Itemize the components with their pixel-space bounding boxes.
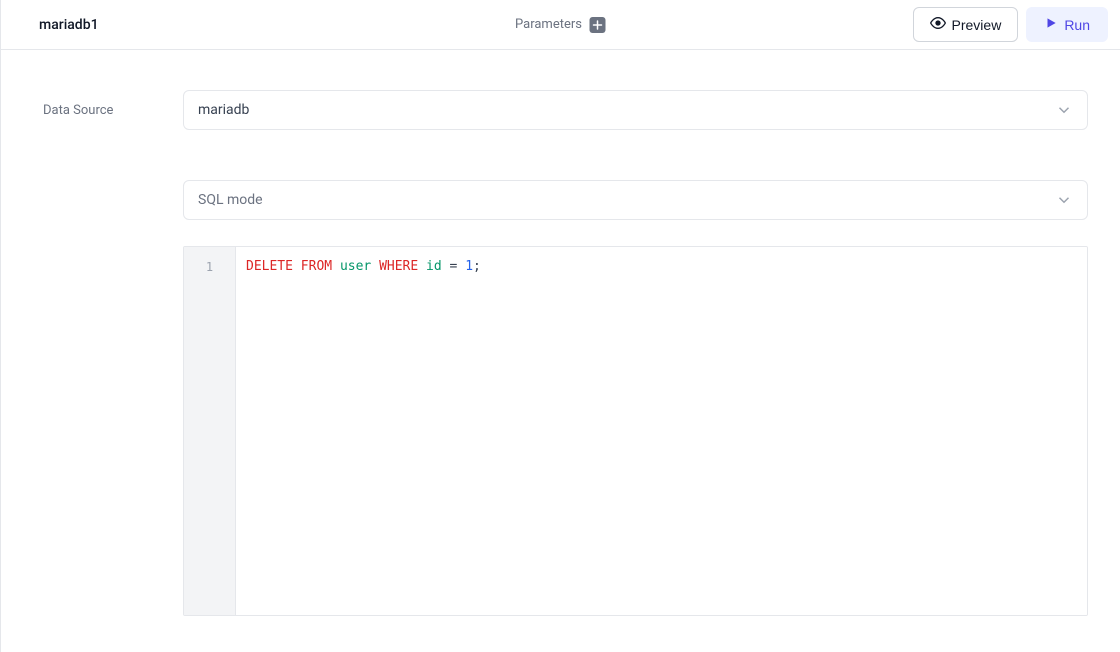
preview-button[interactable]: Preview bbox=[913, 7, 1019, 42]
sql-number: 1 bbox=[465, 259, 473, 274]
parameters-label: Parameters bbox=[515, 17, 582, 32]
code-body[interactable]: DELETE FROM user WHERE id = 1; bbox=[236, 247, 1087, 615]
sql-punct: ; bbox=[473, 259, 481, 274]
header-actions: Preview Run bbox=[913, 7, 1108, 42]
mode-value: SQL mode bbox=[198, 192, 263, 208]
add-parameter-button[interactable] bbox=[590, 17, 606, 33]
code-section: SQL mode 1 DELETE FROM user WHERE id = 1… bbox=[183, 180, 1088, 616]
editor-body: Data Source mariadb SQL mode 1 DELETE FR… bbox=[0, 50, 1120, 652]
chevron-down-icon bbox=[1055, 101, 1073, 119]
sql-keyword: DELETE bbox=[246, 259, 293, 274]
sql-keyword: WHERE bbox=[379, 259, 418, 274]
chevron-down-icon bbox=[1055, 191, 1073, 209]
preview-button-label: Preview bbox=[952, 17, 1002, 33]
sql-column: id bbox=[426, 259, 442, 274]
sql-operator: = bbox=[450, 259, 458, 274]
datasource-label: Data Source bbox=[43, 103, 183, 118]
eye-icon bbox=[930, 15, 946, 34]
sql-editor[interactable]: 1 DELETE FROM user WHERE id = 1; bbox=[183, 246, 1088, 616]
run-button[interactable]: Run bbox=[1026, 7, 1108, 42]
sql-keyword: FROM bbox=[301, 259, 332, 274]
datasource-select[interactable]: mariadb bbox=[183, 90, 1088, 130]
mode-select[interactable]: SQL mode bbox=[183, 180, 1088, 220]
datasource-row: Data Source mariadb bbox=[43, 90, 1088, 130]
editor-header: mariadb1 Parameters Preview Run bbox=[0, 0, 1120, 50]
parameters-section: Parameters bbox=[515, 17, 606, 33]
datasource-value: mariadb bbox=[198, 102, 249, 118]
line-gutter: 1 bbox=[184, 247, 236, 615]
plus-icon bbox=[593, 20, 603, 30]
sql-table: user bbox=[340, 259, 371, 274]
play-icon bbox=[1044, 16, 1058, 33]
line-number: 1 bbox=[184, 257, 235, 277]
query-name[interactable]: mariadb1 bbox=[39, 17, 99, 33]
run-button-label: Run bbox=[1064, 17, 1090, 33]
